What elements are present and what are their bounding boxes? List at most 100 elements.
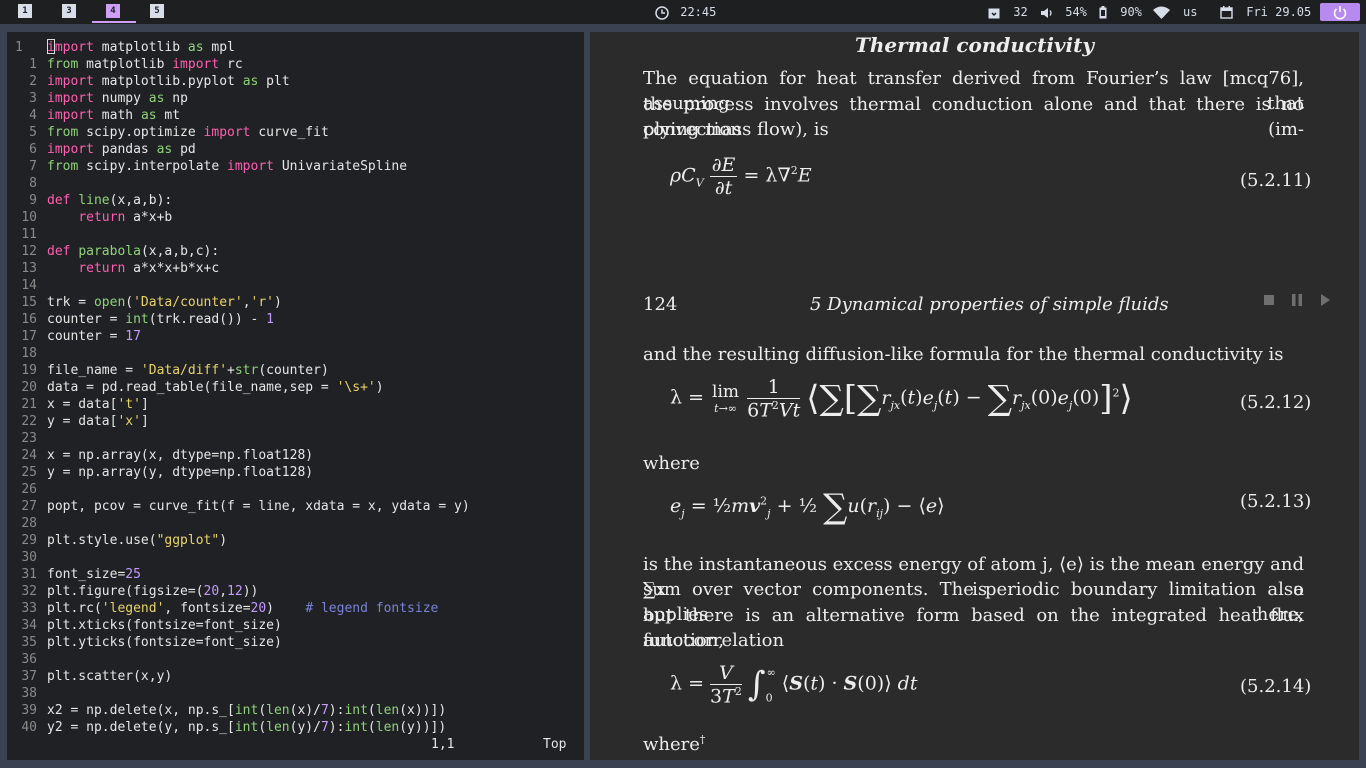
code-text: x = data['t'] — [47, 397, 149, 412]
line-number: 16 — [21, 312, 37, 327]
footnote-mark: † — [699, 733, 706, 746]
workspace-label: 3 — [62, 4, 76, 18]
code-text: plt.style.use("ggplot") — [47, 533, 228, 548]
scroll-position: Top — [543, 737, 567, 752]
code-text: import matplotlib as mpl — [47, 39, 235, 55]
running-header: 5 Dynamical properties of simple fluids — [810, 294, 1169, 315]
power-button[interactable] — [1320, 3, 1360, 21]
code-text: from scipy.optimize import curve_fit — [47, 125, 329, 140]
pdf-viewer[interactable]: Thermal conductivity The equation for he… — [590, 32, 1359, 760]
code-text: return a*x*x+b*x+c — [78, 261, 220, 276]
code-text: import matplotlib.pyplot as plt — [47, 74, 290, 89]
updates-widget[interactable]: 32 — [988, 0, 1028, 24]
line-number: 10 — [21, 210, 37, 225]
code-text: popt, pcov = curve_fit(f = line, xdata =… — [47, 499, 470, 514]
line-number: 25 — [21, 465, 37, 480]
code-text: plt.yticks(fontsize=font_size) — [47, 635, 282, 650]
workspace-label: 1 — [18, 4, 32, 18]
line-number: 31 — [21, 567, 37, 582]
code-text: x = np.array(x, dtype=np.float128) — [47, 448, 314, 463]
workspace-5[interactable]: 5 — [150, 4, 164, 18]
equation-number: (5.2.12) — [1240, 392, 1312, 413]
status-line: 1,1 Top — [7, 736, 584, 753]
line-number: 26 — [21, 482, 37, 497]
battery-icon — [1099, 6, 1107, 19]
paragraph-line: but there is an alternative form based o… — [643, 605, 1304, 651]
line-number: 14 — [21, 278, 37, 293]
paragraph-line: plying mass flow), is — [643, 119, 829, 140]
line-number: 38 — [21, 686, 37, 701]
calendar-icon — [1220, 6, 1233, 19]
battery-level: 90% — [1120, 5, 1142, 19]
clock-icon — [655, 5, 669, 20]
equation-5-2-12: λ = lim t→∞ 1 6T2Vt ⟨∑[∑rjx(t)ej(t) − ∑rjx… — [670, 376, 1133, 422]
code-text: import math as mt — [47, 108, 181, 123]
stop-icon[interactable] — [1263, 294, 1275, 306]
workspace-1[interactable]: 1 — [18, 4, 32, 18]
line-number: 18 — [21, 346, 37, 361]
code-text: import pandas as pd — [47, 142, 196, 157]
code-text: y2 = np.delete(y, np.s_[int(len(y)/7):in… — [47, 720, 447, 735]
line-number: 32 — [21, 584, 37, 599]
equation-number: (5.2.13) — [1240, 491, 1312, 512]
line-number: 35 — [21, 635, 37, 650]
page-number: 124 — [643, 294, 678, 315]
line-number: 7 — [29, 159, 37, 174]
paragraph-word: where† — [643, 727, 705, 757]
workspace-label: 4 — [106, 4, 120, 18]
package-icon — [988, 8, 1000, 18]
line-number: 22 — [21, 414, 37, 429]
line-number: 36 — [21, 652, 37, 667]
line-number: 27 — [21, 499, 37, 514]
line-number: 39 — [21, 703, 37, 718]
line-number: 2 — [29, 74, 37, 89]
code-text: def parabola(x,a,b,c): — [47, 244, 220, 259]
keyboard-layout[interactable]: us — [1183, 0, 1197, 24]
paragraph-line: and the resulting diffusion-like formula… — [643, 344, 1284, 365]
line-number: 8 — [29, 176, 37, 191]
code-text: plt.rc('legend', fontsize=20) # legend f… — [47, 601, 439, 616]
code-text: y = data['x'] — [47, 414, 149, 429]
line-number: 1 — [15, 40, 23, 55]
line-number: 30 — [21, 550, 37, 565]
volume-level: 54% — [1065, 5, 1087, 19]
line-number: 19 — [21, 363, 37, 378]
code-text: plt.figure(figsize=(20,12)) — [47, 584, 259, 599]
line-number: 33 — [21, 601, 37, 616]
line-number: 40 — [21, 720, 37, 735]
line-number: 28 — [21, 516, 37, 531]
battery-widget[interactable]: 90% — [1099, 0, 1142, 24]
line-number: 21 — [21, 397, 37, 412]
active-workspace-indicator — [92, 21, 136, 23]
equation-number: (5.2.14) — [1240, 676, 1312, 697]
network-widget[interactable] — [1153, 0, 1170, 24]
paragraph-line: function, — [643, 630, 725, 651]
pause-icon[interactable] — [1291, 294, 1303, 306]
equation-5-2-14: λ = V 3T2 ∫0∞ ⟨S(t) · S(0)⟩ dt — [670, 662, 918, 708]
top-bar: 1 3 4 5 22:45 32 54% 90% us Fri 29.05 — [0, 0, 1366, 24]
date-widget[interactable]: Fri 29.05 — [1220, 0, 1311, 24]
code-text: file_name = 'Data/diff'+str(counter) — [47, 363, 329, 378]
volume-widget[interactable]: 54% — [1040, 0, 1087, 24]
line-number: 29 — [21, 533, 37, 548]
code-text: from matplotlib import rc — [47, 57, 243, 72]
code-text: font_size=25 — [47, 567, 141, 582]
workspace-4[interactable]: 4 — [92, 4, 136, 23]
wifi-icon — [1153, 6, 1170, 19]
equation-5-2-11: ρCV ∂E ∂t = λ∇2E — [670, 154, 812, 199]
code-text: from scipy.interpolate import Univariate… — [47, 159, 408, 174]
clock-widget[interactable]: 22:45 — [655, 0, 716, 24]
workspace-label: 5 — [150, 4, 164, 18]
cursor-position: 1,1 — [431, 737, 455, 752]
code-text: trk = open('Data/counter','r') — [47, 295, 282, 310]
code-editor[interactable]: 1 import matplotlib as mpl 1 from matplotli… — [7, 32, 584, 760]
line-number: 12 — [21, 244, 37, 259]
play-icon[interactable] — [1319, 294, 1331, 306]
workspace-3[interactable]: 3 — [62, 4, 76, 18]
code-text: counter = 17 — [47, 329, 141, 344]
code-text: x2 = np.delete(x, np.s_[int(len(x)/7):in… — [47, 703, 447, 718]
line-number: 3 — [29, 91, 37, 106]
line-number: 24 — [21, 448, 37, 463]
line-number: 17 — [21, 329, 37, 344]
clock-time: 22:45 — [680, 5, 717, 19]
